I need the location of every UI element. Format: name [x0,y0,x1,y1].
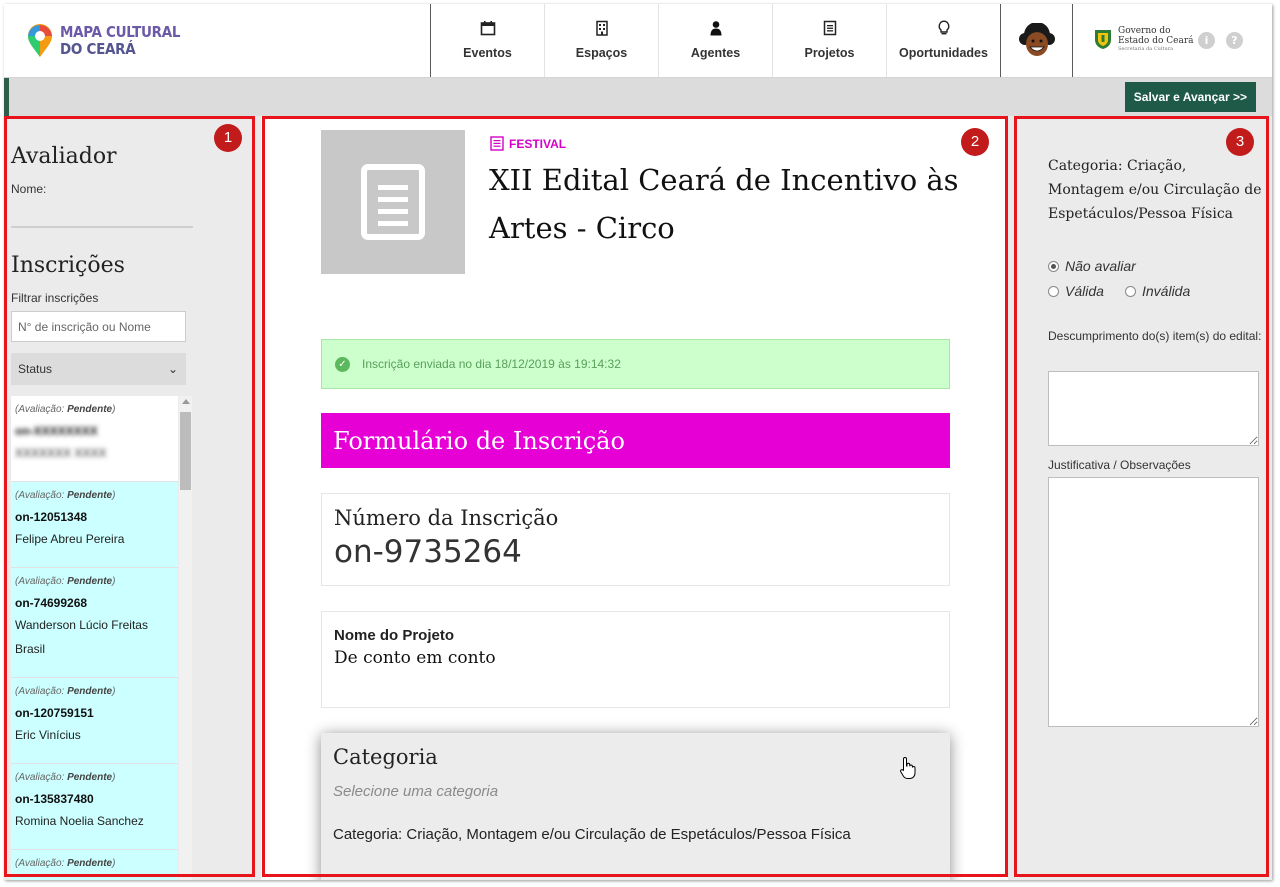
mapa-cultural-logo[interactable]: MAPA CULTURAL DO CEARÁ [26,18,181,64]
main-nav: Eventos Espaços Agentes Projetos Oportun… [430,4,1001,77]
avatar-face-icon [1018,22,1055,56]
nav-label-oportunidades: Oportunidades [899,46,988,60]
coat-of-arms-icon [1095,30,1111,49]
nav-label-espacos: Espaços [575,46,628,60]
map-pin-logo-icon [26,24,54,58]
nav-espacos[interactable]: Espaços [545,4,659,77]
gov-line3: Secretaria da Cultura [1118,46,1174,52]
calendar-icon [479,19,497,37]
annotation-box-2 [262,116,1008,877]
nav-label-agentes: Agentes [690,46,741,60]
nav-label-projetos: Projetos [804,46,855,60]
gov-line2: Estado do Ceará [1118,36,1194,46]
annotation-box-1 [4,116,255,877]
logo-line2: DO CEARÁ [60,40,136,58]
nav-oportunidades[interactable]: Oportunidades [887,4,1001,77]
app-window: MAPA CULTURAL DO CEARÁ Eventos Espaços A… [4,4,1272,880]
nav-projetos[interactable]: Projetos [773,4,887,77]
nav-eventos[interactable]: Eventos [431,4,545,77]
person-icon [707,19,725,37]
governo-ceara-logo[interactable]: Governo do Estado do Ceará Secretaria da… [1094,26,1194,52]
building-icon [593,19,611,37]
annotation-badge-3: 3 [1226,128,1254,156]
save-and-advance-button[interactable]: Salvar e Avançar >> [1124,82,1256,112]
lightbulb-icon [935,19,953,37]
nav-label-eventos: Eventos [463,46,512,60]
annotation-box-3 [1014,116,1269,877]
user-avatar[interactable] [1001,4,1073,77]
annotation-badge-2: 2 [961,128,989,156]
logo-line1: MAPA CULTURAL [60,23,181,41]
gov-line1: Governo do [1118,26,1171,36]
info-icon[interactable]: i [1198,32,1215,49]
top-header: MAPA CULTURAL DO CEARÁ Eventos Espaços A… [4,4,1272,78]
annotation-badge-1: 1 [214,124,242,152]
nav-agentes[interactable]: Agentes [659,4,773,77]
help-icon[interactable]: ? [1226,32,1243,49]
document-icon [821,19,839,37]
action-bar: Salvar e Avançar >> [4,78,1272,116]
